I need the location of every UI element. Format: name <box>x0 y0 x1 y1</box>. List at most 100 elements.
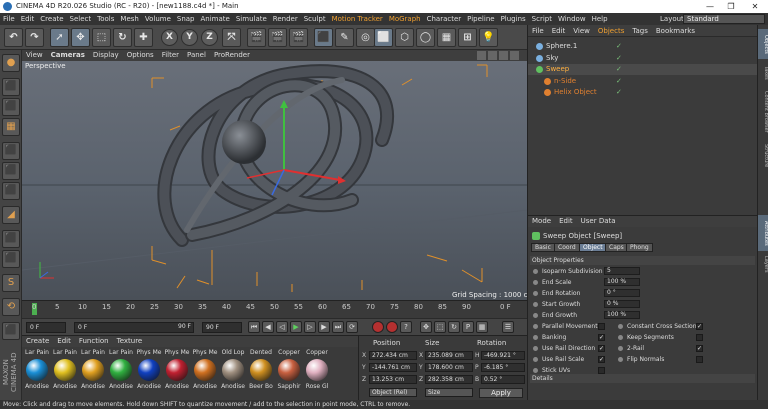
rot-h-field[interactable]: -469.921 ° <box>481 351 525 360</box>
pos-z-field[interactable]: 13.253 cm <box>369 375 417 384</box>
menu-create[interactable]: Create <box>37 13 66 25</box>
orbit-icon[interactable] <box>499 51 508 60</box>
render-view-icon[interactable]: 🎬 <box>247 28 266 47</box>
visibility-checkmark-icon[interactable]: ✓ <box>616 77 624 85</box>
visibility-checkmark-icon[interactable]: ✓ <box>616 54 624 62</box>
visibility-checkmark-icon[interactable]: ✓ <box>616 88 624 96</box>
material-swatch[interactable]: Lar Pain Anodise <box>52 349 78 397</box>
record-pla-icon[interactable]: ▦ <box>476 321 488 333</box>
object-name[interactable]: Sphere.1 <box>546 41 577 52</box>
menu-motion-tracker[interactable]: Motion Tracker <box>329 13 386 25</box>
play-icon[interactable]: ▶ <box>290 321 302 333</box>
stick-uvs-checkbox[interactable] <box>598 367 605 374</box>
light-icon[interactable]: 💡 <box>479 28 498 47</box>
move-tool-icon[interactable]: ✥ <box>71 28 90 47</box>
menu-render[interactable]: Render <box>270 13 301 25</box>
z-axis-lock-button[interactable]: Z <box>201 29 218 46</box>
deformer-icon[interactable]: ⬡ <box>395 28 414 47</box>
attribute-menu-mode[interactable]: Mode <box>528 216 555 227</box>
material-preview-sphere[interactable] <box>26 359 48 381</box>
model-mode-icon[interactable]: ⬛ <box>2 78 20 96</box>
menu-script[interactable]: Script <box>529 13 555 25</box>
viewport-menu-view[interactable]: View <box>22 50 47 61</box>
viewport-menu-prorender[interactable]: ProRender <box>210 50 254 61</box>
viewport-menu-filter[interactable]: Filter <box>158 50 183 61</box>
menu-file[interactable]: File <box>0 13 18 25</box>
side-tab-structure[interactable]: Structure <box>758 141 768 171</box>
menu-simulate[interactable]: Simulate <box>233 13 270 25</box>
size-y-field[interactable]: 178.600 cm <box>425 363 473 372</box>
camera-icon[interactable]: ⊞ <box>458 28 477 47</box>
material-swatch[interactable]: Lar Pain Anodise <box>24 349 50 397</box>
use-rail-scale-checkbox[interactable]: ✓ <box>598 356 605 363</box>
material-preview-sphere[interactable] <box>250 359 272 381</box>
keyframe-selection-icon[interactable]: ? <box>400 321 412 333</box>
use-rail-direction-checkbox[interactable]: ✓ <box>598 345 605 352</box>
menu-animate[interactable]: Animate <box>198 13 233 25</box>
isoparm-field[interactable]: 5 <box>604 267 640 275</box>
toggle-view-icon[interactable] <box>510 51 519 60</box>
next-frame-icon[interactable]: ▷ <box>304 321 316 333</box>
material-menu-create[interactable]: Create <box>22 336 53 347</box>
material-preview-sphere[interactable] <box>194 359 216 381</box>
menu-snap[interactable]: Snap <box>174 13 198 25</box>
menu-select[interactable]: Select <box>67 13 95 25</box>
size-mode-dropdown[interactable]: Size <box>425 388 473 397</box>
y-axis-lock-button[interactable]: Y <box>181 29 198 46</box>
material-swatch[interactable]: Phys Me Anodise <box>136 349 162 397</box>
subdivision-icon[interactable]: ◎ <box>356 28 375 47</box>
material-preview-sphere[interactable] <box>166 359 188 381</box>
material-preview-sphere[interactable] <box>82 359 104 381</box>
animation-dot[interactable] <box>533 335 538 340</box>
material-preview-sphere[interactable] <box>306 359 328 381</box>
material-swatch[interactable]: Lar Pain Anodise <box>108 349 134 397</box>
banking-checkbox[interactable]: ✓ <box>598 334 605 341</box>
material-preview-sphere[interactable] <box>54 359 76 381</box>
material-preview-sphere[interactable] <box>110 359 132 381</box>
pos-y-field[interactable]: -144.761 cm <box>369 363 417 372</box>
material-swatch[interactable]: Copper Sapphir <box>276 349 302 397</box>
keep-segments-checkbox[interactable] <box>696 334 703 341</box>
material-swatch[interactable]: Phys Me Anodise <box>192 349 218 397</box>
start-growth-field[interactable]: 0 % <box>604 300 640 308</box>
rot-p-field[interactable]: -6.185 ° <box>481 363 525 372</box>
side-tab-layers[interactable]: Layers <box>758 253 768 275</box>
go-to-end-icon[interactable]: ⏭ <box>332 321 344 333</box>
environment-icon[interactable]: ◯ <box>416 28 435 47</box>
recent-tool-icon[interactable]: ✚ <box>134 28 153 47</box>
end-frame-field[interactable]: 90 F <box>202 322 242 333</box>
viewport-solo-icon[interactable]: ⬛ <box>2 250 20 268</box>
record-scale-icon[interactable]: ⬚ <box>434 321 446 333</box>
material-swatch[interactable]: Phys Me Anodise <box>164 349 190 397</box>
record-position-icon[interactable]: ✥ <box>420 321 432 333</box>
cube-object-icon[interactable]: ⬛ <box>314 28 333 47</box>
material-menu-texture[interactable]: Texture <box>113 336 147 347</box>
details-section-header[interactable]: Details <box>530 374 755 383</box>
animation-dot[interactable] <box>533 324 538 329</box>
menu-tools[interactable]: Tools <box>94 13 117 25</box>
points-mode-icon[interactable]: ⬛ <box>2 142 20 160</box>
timeline-window-icon[interactable]: ☰ <box>502 321 514 333</box>
end-rotation-field[interactable]: 0 ° <box>604 289 640 297</box>
minimize-button[interactable]: — <box>700 0 720 13</box>
tab-coord[interactable]: Coord <box>554 243 580 252</box>
edges-mode-icon[interactable]: ⬛ <box>2 162 20 180</box>
animation-dot[interactable] <box>533 302 538 307</box>
tab-caps[interactable]: Caps <box>605 243 628 252</box>
viewport-menu-panel[interactable]: Panel <box>183 50 210 61</box>
start-frame-field[interactable]: 0 F <box>26 322 66 333</box>
animation-dot[interactable] <box>533 368 538 373</box>
animation-dot[interactable] <box>533 291 538 296</box>
object-name[interactable]: Sky <box>546 53 558 64</box>
tab-phong[interactable]: Phong <box>626 243 653 252</box>
pen-spline-icon[interactable]: ✎ <box>335 28 354 47</box>
material-swatch[interactable]: Dented Beer Bo <box>248 349 274 397</box>
close-button[interactable]: ✕ <box>745 0 765 13</box>
menu-edit[interactable]: Edit <box>18 13 38 25</box>
viewport-menu-display[interactable]: Display <box>89 50 123 61</box>
side-tab-attributes[interactable]: Attributes <box>758 215 768 251</box>
tab-basic[interactable]: Basic <box>531 243 555 252</box>
material-menu-function[interactable]: Function <box>75 336 113 347</box>
coordinate-mode-dropdown[interactable]: Object (Rel) <box>369 388 417 397</box>
attribute-menu-user-data[interactable]: User Data <box>577 216 620 227</box>
